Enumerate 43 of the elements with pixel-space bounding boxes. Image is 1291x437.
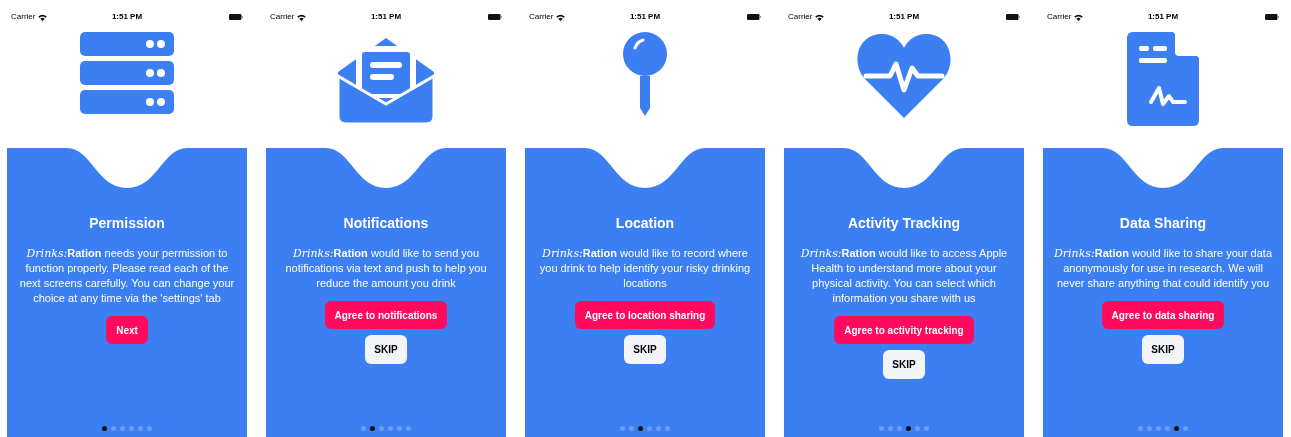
agree-button[interactable]: Agree to activity tracking xyxy=(834,316,974,344)
status-time: 1:51 PM xyxy=(1147,11,1179,23)
pin-icon xyxy=(621,32,669,116)
wifi-icon xyxy=(38,13,48,21)
battery-icon xyxy=(747,14,761,20)
description-text: Drinks:Ration would like to record where you drink to help identify your risky drinking locations xyxy=(538,246,752,291)
agree-button[interactable]: Agree to data sharing xyxy=(1101,301,1225,329)
wifi-icon xyxy=(815,13,825,21)
status-time: 1:51 PM xyxy=(370,11,402,23)
status-time: 1:51 PM xyxy=(888,11,920,23)
heart-pulse-icon xyxy=(856,32,952,118)
wifi-icon xyxy=(297,13,307,21)
server-icon xyxy=(80,32,174,114)
battery-icon xyxy=(488,14,502,20)
skip-button[interactable]: SKIP xyxy=(365,335,407,364)
battery-icon xyxy=(1006,14,1020,20)
screen-title: Activity Tracking xyxy=(847,214,960,233)
description-text: Drinks:Ration would like to share your data anonymously for use in research. We will never share anything that could identify you xyxy=(1053,246,1273,291)
screen-title: Data Sharing xyxy=(1119,214,1207,233)
description-text: Drinks:Ration needs your permission to function properly. Please read each of the next screens carefully. You can change your choice at any time via the 'settings' tab xyxy=(18,246,236,306)
wifi-icon xyxy=(1074,13,1084,21)
screen-title: Notifications xyxy=(343,214,429,233)
agree-button[interactable]: Next xyxy=(106,316,148,344)
agree-button[interactable]: Agree to location sharing xyxy=(574,301,716,329)
skip-button[interactable]: SKIP xyxy=(624,335,666,364)
description-text: Drinks:Ration would like to access Apple Health to understand more about your physical activity. You can select which information you share with us xyxy=(799,246,1009,306)
carrier-label: Carrier xyxy=(529,11,554,23)
carrier-label: Carrier xyxy=(1047,11,1072,23)
wifi-icon xyxy=(556,13,566,21)
signed-document-icon xyxy=(1127,32,1199,126)
carrier-label: Carrier xyxy=(11,11,36,23)
screen-title: Permission xyxy=(89,214,165,233)
battery-icon xyxy=(229,14,243,20)
skip-button[interactable]: SKIP xyxy=(883,350,925,379)
carrier-label: Carrier xyxy=(270,11,295,23)
screen-title: Location xyxy=(615,214,675,233)
status-time: 1:51 PM xyxy=(629,11,661,23)
skip-button[interactable]: SKIP xyxy=(1142,335,1184,364)
description-text: Drinks:Ration would like to send you notifications via text and push to help you reduce the amount you drink xyxy=(284,246,488,291)
status-time: 1:51 PM xyxy=(111,11,143,23)
agree-button[interactable]: Agree to notifications xyxy=(324,301,448,329)
battery-icon xyxy=(1265,14,1279,20)
carrier-label: Carrier xyxy=(788,11,813,23)
